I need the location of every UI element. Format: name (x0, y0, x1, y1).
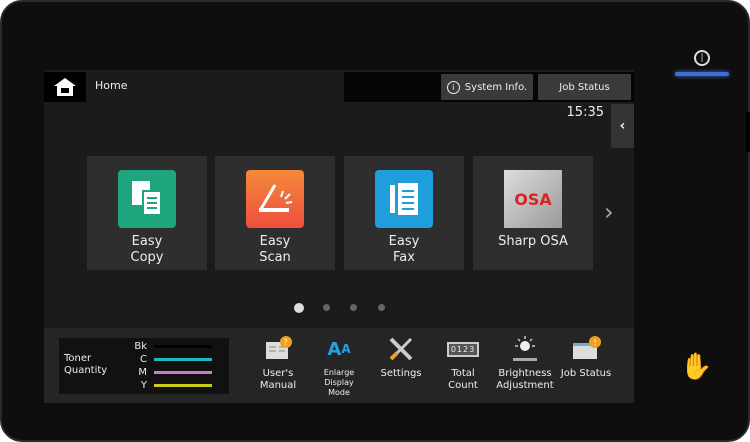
copy-icon (118, 170, 176, 228)
side-button[interactable] (746, 112, 750, 152)
enlarge-display-mode-button[interactable]: AA Enlarge Display Mode (309, 334, 369, 398)
scan-icon (246, 170, 304, 228)
osa-logo: OSA (504, 170, 562, 228)
toner-title: Toner (64, 353, 92, 364)
job-status-icon: ! (571, 334, 601, 364)
system-info-label: System Info. (464, 81, 528, 93)
toner-y: Y (131, 380, 212, 391)
page-dot-2[interactable] (323, 304, 330, 311)
brightness-icon (510, 334, 540, 364)
brightness-adjustment-button[interactable]: Brightness Adjustment (495, 334, 555, 392)
toner-bk: Bk (131, 341, 212, 352)
job-status-label: Job Status (559, 81, 610, 93)
page-dot-4[interactable] (378, 304, 385, 311)
tile-label: Easy (131, 234, 163, 249)
chevron-left-icon: ‹ (619, 118, 626, 134)
manual-icon: ? (264, 334, 292, 364)
system-info-button[interactable]: i System Info. (441, 74, 533, 100)
page-dot-3[interactable] (350, 304, 357, 311)
wrench-screwdriver-icon (387, 334, 415, 364)
job-status-shortcut-button[interactable]: ! Job Status (556, 334, 616, 380)
tile-label: Sharp OSA (498, 234, 568, 249)
page-dot-1[interactable] (294, 303, 304, 313)
shortcut-label: Count (448, 380, 478, 391)
toner-c: C (131, 354, 212, 365)
job-status-button[interactable]: Job Status (538, 74, 631, 100)
enlarge-text-icon: AA (327, 338, 351, 360)
shortcut-label: Manual (259, 380, 297, 391)
info-icon: i (446, 80, 460, 94)
side-panel-toggle[interactable]: ‹ (611, 104, 634, 148)
home-button[interactable] (44, 72, 86, 102)
touch-screen: Home i System Info. Job Status 15:35 ‹ E… (44, 70, 634, 403)
toner-m: M (131, 367, 212, 378)
counter-icon: 0123 (446, 341, 480, 357)
shortcut-label: Display (324, 378, 354, 387)
next-page-arrow[interactable]: › (604, 198, 614, 226)
shortcut-label: Enlarge (323, 368, 355, 377)
shortcut-label: Adjustment (496, 380, 554, 391)
toner-title: Quantity (64, 365, 108, 376)
bottom-shortcut-bar: Toner Quantity Bk C M Y ? User's Manual AA… (44, 328, 634, 403)
tile-label: Easy (259, 234, 291, 249)
page-title: Home (95, 79, 128, 92)
tile-sharp-osa[interactable]: OSA Sharp OSA (473, 156, 593, 270)
printer-panel-bezel: | ✋ Home i System Info. Job Status 15:35… (0, 0, 750, 442)
shortcut-label: Brightness (498, 368, 552, 379)
users-manual-button[interactable]: ? User's Manual (248, 334, 308, 392)
shortcut-label: Mode (328, 388, 350, 397)
tile-easy-copy[interactable]: Easy Copy (87, 156, 207, 270)
shortcut-label: Job Status (560, 368, 612, 379)
toner-quantity-display[interactable]: Toner Quantity Bk C M Y (59, 338, 229, 394)
total-count-button[interactable]: 0123 Total Count (433, 334, 493, 392)
shortcut-label: User's (262, 368, 294, 379)
settings-button[interactable]: Settings (371, 334, 431, 380)
shortcut-label: Total (451, 368, 475, 379)
shortcut-label: Settings (380, 368, 422, 379)
fax-icon (375, 170, 433, 228)
tile-label: Copy (130, 250, 164, 265)
home-icon (54, 78, 76, 96)
svg-text:!: ! (594, 338, 597, 347)
tile-easy-scan[interactable]: Easy Scan (215, 156, 335, 270)
svg-text:?: ? (284, 338, 288, 347)
tile-label: Fax (393, 250, 415, 265)
clock: 15:35 (566, 105, 604, 120)
tile-label: Scan (259, 250, 291, 265)
tile-label: Easy (388, 234, 420, 249)
nfc-touch-icon: ✋ (680, 352, 713, 382)
tile-easy-fax[interactable]: Easy Fax (344, 156, 464, 270)
power-icon[interactable]: | (694, 50, 710, 66)
power-indicator-light (675, 72, 729, 76)
